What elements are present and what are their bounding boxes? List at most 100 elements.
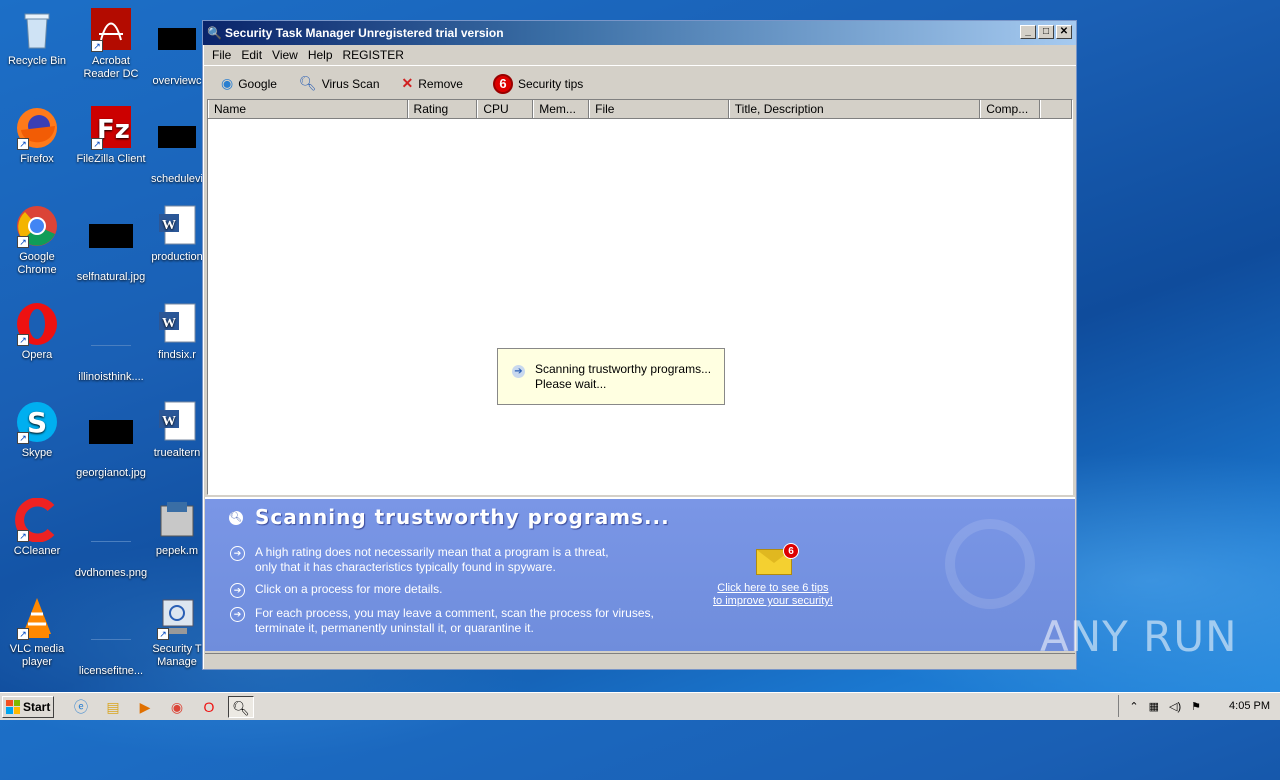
desktop-icon-label: Skype (21, 447, 53, 459)
tips-count-badge: 6 (492, 73, 513, 94)
acrobat-icon: ↗ (89, 8, 133, 52)
remove-button[interactable]: ✕ Remove (402, 75, 463, 92)
column-header-title-description[interactable]: Title, Description (728, 100, 981, 118)
desktop-icon-georgianot[interactable]: georgianot.jpg (74, 400, 148, 480)
opera-taskbar-icon[interactable]: O (196, 696, 222, 718)
desktop-icon-ccleaner[interactable]: ↗ CCleaner (0, 497, 74, 558)
desktop-icon-acrobat[interactable]: ↗ Acrobat Reader DC (74, 8, 148, 81)
title-bar[interactable]: 🔍 Security Task Manager Unregistered tri… (203, 21, 1076, 45)
desktop-icon-selfnatural[interactable]: selfnatural.jpg (74, 204, 148, 284)
desktop-icon-label: VLC media player (9, 643, 65, 668)
desktop-icon-vlc[interactable]: ↗ VLC media player (0, 596, 74, 669)
security-tips-link[interactable]: Click here to see 6 tips to improve your… (713, 582, 833, 608)
column-header-name[interactable]: Name (208, 100, 408, 118)
skype-icon: S ↗ (15, 400, 59, 444)
column-header-filler (1040, 100, 1072, 118)
filezilla-icon: Fz ↗ (89, 106, 133, 150)
menu-register[interactable]: REGISTER (338, 48, 409, 62)
tips-link-line-2: to improve your security! (713, 595, 833, 607)
desktop-icon-label: Firefox (20, 153, 54, 165)
popup-line-1: Scanning trustworthy programs... (535, 362, 712, 376)
column-headers: Name Rating CPU Mem... File Title, Descr… (208, 100, 1072, 119)
chrome-taskbar-icon[interactable]: ◉ (164, 696, 190, 718)
ccleaner-icon: ↗ (15, 497, 59, 543)
magnifier-watermark-icon (945, 519, 1035, 609)
installer-icon (155, 498, 199, 542)
panel-info-item: ➔ For each process, you may leave a comm… (230, 606, 654, 636)
virus-scan-button-label: Virus Scan (321, 76, 380, 91)
panel-info-item: ➔ A high rating does not necessarily mea… (230, 545, 609, 575)
desktop-icon-illinoisthink[interactable]: illinoisthink.... (74, 302, 148, 384)
security-task-manager-window: 🔍 Security Task Manager Unregistered tri… (202, 20, 1077, 670)
virus-scan-button[interactable]: 🔍︎ Virus Scan (299, 75, 380, 92)
arrow-circle-icon: ➔ (230, 607, 245, 622)
svg-text:W: W (162, 218, 176, 233)
security-tips-button[interactable]: 6 Security tips (492, 73, 583, 94)
internet-explorer-icon[interactable]: ⓔ (68, 696, 94, 718)
column-header-file[interactable]: File (589, 100, 729, 118)
menu-edit[interactable]: Edit (236, 48, 267, 62)
vlc-icon: ↗ (15, 596, 59, 640)
arrow-circle-icon: ➔ (230, 583, 245, 598)
volume-icon[interactable]: ◁) (1169, 700, 1181, 713)
google-button[interactable]: ◉ Google (221, 75, 277, 92)
close-button[interactable]: ✕ (1056, 25, 1072, 39)
magnifier-icon: 🔍︎ (298, 75, 317, 91)
desktop-icon-label: FileZilla Client (76, 153, 146, 165)
menu-view[interactable]: View (267, 48, 303, 62)
magnifier-icon: 🔍︎ (229, 511, 243, 525)
desktop-icon-label: licensefitne... (78, 665, 144, 677)
minimize-button[interactable]: _ (1020, 25, 1036, 39)
desktop-icon-filezilla[interactable]: Fz ↗ FileZilla Client (74, 106, 148, 166)
image-file-icon (89, 224, 133, 268)
column-header-memory[interactable]: Mem... (533, 100, 590, 118)
window-controls: _ □ ✕ (1020, 25, 1072, 39)
panel-item-3-line-1: For each process, you may leave a commen… (255, 606, 654, 620)
column-header-rating[interactable]: Rating (407, 100, 478, 118)
desktop-icon-skype[interactable]: S ↗ Skype (0, 400, 74, 460)
network-icon[interactable]: ▦ (1149, 700, 1159, 713)
column-header-comp[interactable]: Comp... (980, 100, 1041, 118)
image-file-icon (89, 420, 133, 464)
menu-help[interactable]: Help (303, 48, 338, 62)
process-list[interactable]: Name Rating CPU Mem... File Title, Descr… (207, 99, 1073, 495)
desktop-icon-licensefitne[interactable]: licensefitne... (74, 596, 148, 678)
desktop-icon-label: Acrobat Reader DC (83, 55, 139, 80)
desktop-icon-opera[interactable]: ↗ Opera (0, 302, 74, 362)
svg-text:W: W (162, 414, 176, 429)
arrow-circle-icon: ➔ (230, 546, 245, 561)
remove-x-icon: ✕ (401, 75, 414, 91)
show-hidden-icons-icon[interactable]: ⌃ (1129, 700, 1138, 713)
menu-bar: File Edit View Help REGISTER (203, 45, 1076, 65)
desktop-icon-dvdhomes[interactable]: dvdhomes.png (74, 498, 148, 580)
word-document-icon: W (155, 204, 199, 248)
toolbar: ◉ Google 🔍︎ Virus Scan ✕ Remove 6 Securi… (203, 65, 1076, 101)
media-player-icon[interactable]: ▶ (132, 696, 158, 718)
info-panel: 🔍︎ Scanning trustworthy programs... ➔ A … (205, 497, 1075, 651)
desktop-icon-label: illinoisthink.... (78, 371, 144, 383)
desktop-icon-chrome[interactable]: ↗ Google Chrome (0, 204, 74, 277)
clock[interactable]: 4:05 PM (1229, 700, 1270, 712)
panel-info-item: ➔ Click on a process for more details. (230, 582, 442, 598)
desktop-icon-label: Opera (21, 349, 53, 361)
window-title: Security Task Manager Unregistered trial… (225, 26, 504, 40)
panel-item-2: Click on a process for more details. (255, 582, 443, 596)
image-file-icon (89, 520, 133, 564)
svg-text:W: W (162, 316, 176, 331)
magnifier-icon: 🔍 (207, 26, 222, 40)
chrome-icon: ↗ (15, 204, 59, 248)
start-button[interactable]: Start (2, 695, 54, 718)
security-task-manager-taskbar-icon[interactable]: 🔍︎ (228, 695, 254, 718)
action-center-flag-icon[interactable]: ⚑ (1191, 700, 1201, 713)
file-explorer-icon[interactable]: ▤ (100, 696, 126, 718)
column-header-cpu[interactable]: CPU (477, 100, 534, 118)
desktop-icon-recycle-bin[interactable]: Recycle Bin (0, 8, 74, 68)
maximize-button[interactable]: □ (1038, 25, 1054, 39)
menu-file[interactable]: File (207, 48, 236, 62)
desktop-icon-firefox[interactable]: ↗ Firefox (0, 106, 74, 166)
status-bar (205, 653, 1075, 667)
panel-title: Scanning trustworthy programs... (255, 505, 670, 529)
word-document-icon: W (155, 400, 199, 444)
panel-item-3-line-2: terminate it, permanently uninstall it, … (255, 621, 534, 635)
desktop-icon-label: dvdhomes.png (74, 567, 148, 579)
